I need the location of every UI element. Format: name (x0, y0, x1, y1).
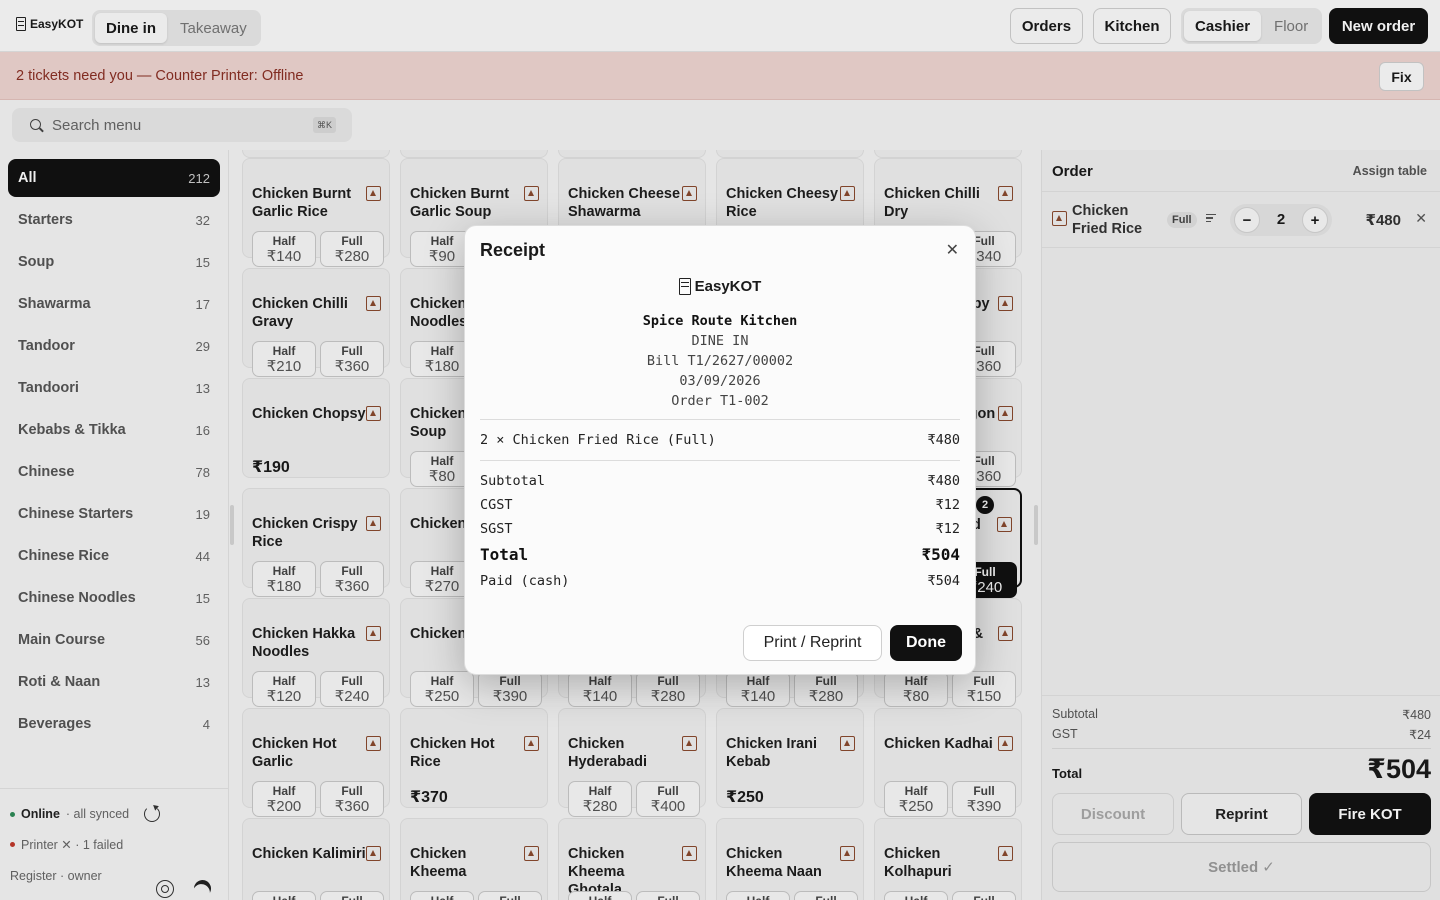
receipt-brand: EasyKOT (465, 278, 975, 295)
receipt-modal: Receipt ✕ EasyKOT Spice Route Kitchen DI… (464, 225, 976, 675)
receipt-line-item: 2 × Chicken Fried Rice (Full) ₹480 (480, 432, 960, 448)
receipt-cgst-value: ₹12 (935, 497, 960, 513)
receipt-sgst-label: SGST (480, 521, 513, 537)
print-reprint-button[interactable]: Print / Reprint (743, 625, 882, 661)
receipt-cgst-label: CGST (480, 497, 513, 513)
receipt-cgst: CGST ₹12 (480, 497, 960, 513)
receipt-subtotal-label: Subtotal (480, 473, 546, 489)
receipt-total: Total ₹504 (480, 545, 960, 564)
receipt-sgst-value: ₹12 (935, 521, 960, 537)
receipt-line-text: 2 × Chicken Fried Rice (Full) (480, 432, 716, 448)
receipt-subtotal-value: ₹480 (927, 473, 960, 489)
receipt-subtotal: Subtotal ₹480 (480, 473, 960, 489)
receipt-paid-value: ₹504 (927, 573, 960, 589)
bill-number: Bill T1/2627/00002 (646, 353, 794, 369)
receipt-paid-label: Paid (cash) (480, 573, 570, 589)
receipt-sgst: SGST ₹12 (480, 521, 960, 537)
receipt-paid: Paid (cash) ₹504 (480, 573, 960, 589)
bill-date: 03/09/2026 (679, 373, 761, 389)
order-type: DINE IN (691, 333, 749, 349)
receipt-total-value: ₹504 (921, 545, 960, 564)
done-button[interactable]: Done (890, 625, 962, 661)
receipt-brand-name: EasyKOT (694, 278, 762, 295)
divider (480, 419, 960, 420)
divider (480, 460, 960, 461)
receipt-icon (678, 278, 691, 295)
receipt-total-label: Total (480, 545, 529, 564)
restaurant-name: Spice Route Kitchen (642, 313, 798, 329)
order-number: Order T1-002 (671, 393, 769, 409)
modal-title: Receipt (480, 240, 546, 260)
receipt-line-amount: ₹480 (927, 432, 960, 448)
close-icon[interactable]: ✕ (946, 240, 959, 260)
